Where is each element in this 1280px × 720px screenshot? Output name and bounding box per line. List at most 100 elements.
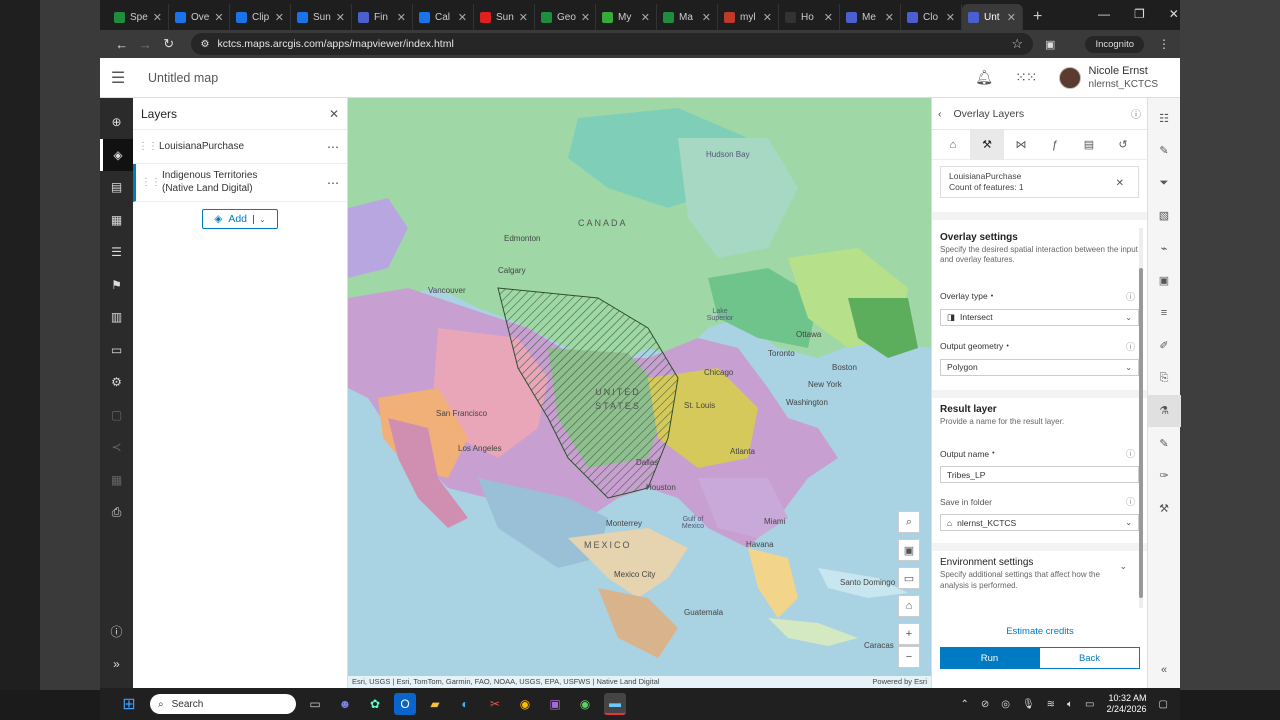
sketch-icon[interactable]: ⎘: [1148, 362, 1181, 395]
remove-input-icon[interactable]: ✕: [1116, 177, 1124, 191]
tab-search-icon[interactable]: ▣: [1045, 38, 1055, 51]
expand-icon[interactable]: »: [100, 648, 133, 681]
windows-start-icon[interactable]: ⊞: [118, 693, 140, 715]
overlay-type-select[interactable]: ◨ Intersect ⌄: [940, 308, 1139, 326]
add-layer-icon[interactable]: ⊕: [100, 106, 133, 139]
raster-function-icon[interactable]: ƒ: [1038, 130, 1072, 160]
tab-close-icon[interactable]: ✕: [885, 11, 894, 24]
tab-close-icon[interactable]: ✕: [275, 11, 284, 24]
tab-close-icon[interactable]: ✕: [946, 11, 955, 24]
layer-item-indigenous-territories[interactable]: ⋮⋮ Indigenous Territories (Native Land D…: [133, 164, 347, 202]
chevron-down-icon[interactable]: ⌄: [253, 214, 266, 224]
zoom-out-icon[interactable]: −: [898, 646, 920, 668]
location-icon[interactable]: ◎: [1001, 699, 1010, 710]
copilot-icon[interactable]: ✿: [364, 693, 386, 715]
info-icon[interactable]: ⓘ: [1131, 106, 1141, 121]
run-button[interactable]: Run: [940, 647, 1039, 669]
tab-close-icon[interactable]: ✕: [458, 11, 467, 24]
embed-icon[interactable]: ▦: [100, 464, 133, 497]
output-geometry-select[interactable]: Polygon ⌄: [940, 358, 1139, 376]
directions-icon[interactable]: ✑: [1148, 460, 1181, 493]
outlook-icon[interactable]: O: [394, 693, 416, 715]
browser-tab[interactable]: My ✕: [596, 4, 657, 30]
close-window-icon[interactable]: ✕: [1169, 7, 1179, 21]
bookmark-star-icon[interactable]: ☆: [1011, 36, 1023, 52]
microphone-icon[interactable]: 🎙︎: [1022, 699, 1035, 710]
browser-tab[interactable]: Sun ✕: [474, 4, 535, 30]
tab-close-icon[interactable]: ✕: [641, 11, 650, 24]
sketch-icon[interactable]: ▭: [100, 334, 133, 367]
tab-close-icon[interactable]: ✕: [702, 11, 711, 24]
add-layer-button[interactable]: ◈ Add ⌄: [202, 209, 278, 229]
drag-handle-icon[interactable]: ⋮⋮: [140, 177, 162, 188]
analysis-icon[interactable]: ⚗: [1147, 394, 1181, 427]
layer-options-icon[interactable]: ⋯: [327, 140, 339, 154]
pop-ups-icon[interactable]: ⌁: [1148, 232, 1181, 265]
active-app-icon[interactable]: ▬: [604, 693, 626, 715]
browser-tab[interactable]: Ove ✕: [169, 4, 230, 30]
do-not-disturb-icon[interactable]: ⊘: [981, 699, 989, 710]
estimate-credits-link[interactable]: Estimate credits: [932, 626, 1148, 637]
browser-tab[interactable]: Sun ✕: [291, 4, 352, 30]
measurement-icon[interactable]: ✎: [1148, 427, 1181, 460]
chrome-icon[interactable]: ◉: [514, 693, 536, 715]
back-button[interactable]: Back: [1039, 647, 1140, 669]
browser-tab[interactable]: Clo ✕: [901, 4, 962, 30]
search-icon[interactable]: ⌕: [898, 511, 920, 533]
info-icon[interactable]: ⓘ: [1126, 447, 1135, 460]
user-menu[interactable]: Nicole Ernst nlernst_KCTCS: [1058, 65, 1158, 90]
labels-icon[interactable]: ≡: [1148, 297, 1181, 330]
drag-handle-icon[interactable]: ⋮⋮: [137, 141, 159, 152]
collapse-icon[interactable]: «: [1148, 654, 1181, 687]
home-icon[interactable]: ⌂: [936, 130, 970, 160]
styles-icon[interactable]: ✎: [1148, 135, 1181, 168]
close-icon[interactable]: ✕: [329, 107, 339, 121]
tab-close-icon[interactable]: ✕: [1007, 11, 1016, 24]
teams-icon[interactable]: ☻: [334, 693, 356, 715]
chrome-incognito-icon[interactable]: ◉: [574, 693, 596, 715]
powered-by-esri[interactable]: Powered by Esri: [872, 677, 927, 686]
fullscreen-icon[interactable]: ▭: [898, 567, 920, 589]
results-icon[interactable]: ▤: [1072, 130, 1106, 160]
fields-icon[interactable]: ▣: [1148, 265, 1181, 298]
browser-tab[interactable]: Clip ✕: [230, 4, 291, 30]
app-launcher-icon[interactable]: ⁙⁙: [1015, 69, 1037, 86]
info-icon[interactable]: ⓘ: [1126, 290, 1135, 303]
save-icon[interactable]: ▢: [100, 399, 133, 432]
browser-tab[interactable]: Ma ✕: [657, 4, 718, 30]
tab-close-icon[interactable]: ✕: [336, 11, 345, 24]
back-chevron-icon[interactable]: ‹: [938, 108, 942, 120]
task-view-icon[interactable]: ▭: [304, 693, 326, 715]
browser-tab[interactable]: Cal ✕: [413, 4, 474, 30]
browser-tab[interactable]: Me ✕: [840, 4, 901, 30]
home-icon[interactable]: ⌂: [898, 595, 920, 617]
snipping-tool-icon[interactable]: ✂: [484, 693, 506, 715]
battery-icon[interactable]: ▭: [1085, 699, 1094, 710]
taskbar-search[interactable]: ⌕ Search: [150, 694, 296, 714]
notifications-icon[interactable]: ▢: [1159, 699, 1168, 710]
show-hidden-icons-icon[interactable]: ⌃: [960, 699, 968, 710]
legend-icon[interactable]: ☰: [100, 236, 133, 269]
tool-hammer-icon[interactable]: ⚒: [970, 129, 1004, 160]
incognito-badge[interactable]: Incognito: [1085, 35, 1144, 53]
history-icon[interactable]: ↺: [1106, 130, 1140, 160]
tab-close-icon[interactable]: ✕: [824, 11, 833, 24]
browser-tab[interactable]: Unt ✕: [962, 4, 1023, 30]
layers-icon[interactable]: ◈: [100, 138, 133, 171]
info-icon[interactable]: ⓘ: [1126, 340, 1135, 353]
save-folder-select[interactable]: ⌂ nlernst_KCTCS ⌄: [940, 514, 1139, 532]
notification-bell-icon[interactable]: 🔔︎: [975, 69, 993, 86]
effects-icon[interactable]: ▧: [1148, 200, 1181, 233]
browser-tab[interactable]: Geo ✕: [535, 4, 596, 30]
browser-menu-icon[interactable]: ⋮: [1158, 37, 1170, 51]
filter-icon[interactable]: ⏷: [1148, 167, 1181, 200]
settings-icon[interactable]: ⚙: [100, 366, 133, 399]
hamburger-menu-icon[interactable]: ☰: [100, 68, 136, 88]
info-icon[interactable]: ⓘ: [100, 615, 133, 648]
tables-icon[interactable]: ▤: [100, 171, 133, 204]
browser-tab[interactable]: myl ✕: [718, 4, 779, 30]
charts-icon[interactable]: ▥: [100, 301, 133, 334]
properties-icon[interactable]: ☷: [1148, 102, 1181, 135]
output-name-input[interactable]: Tribes_LP: [940, 466, 1139, 484]
site-info-icon[interactable]: ⚙: [201, 39, 210, 50]
